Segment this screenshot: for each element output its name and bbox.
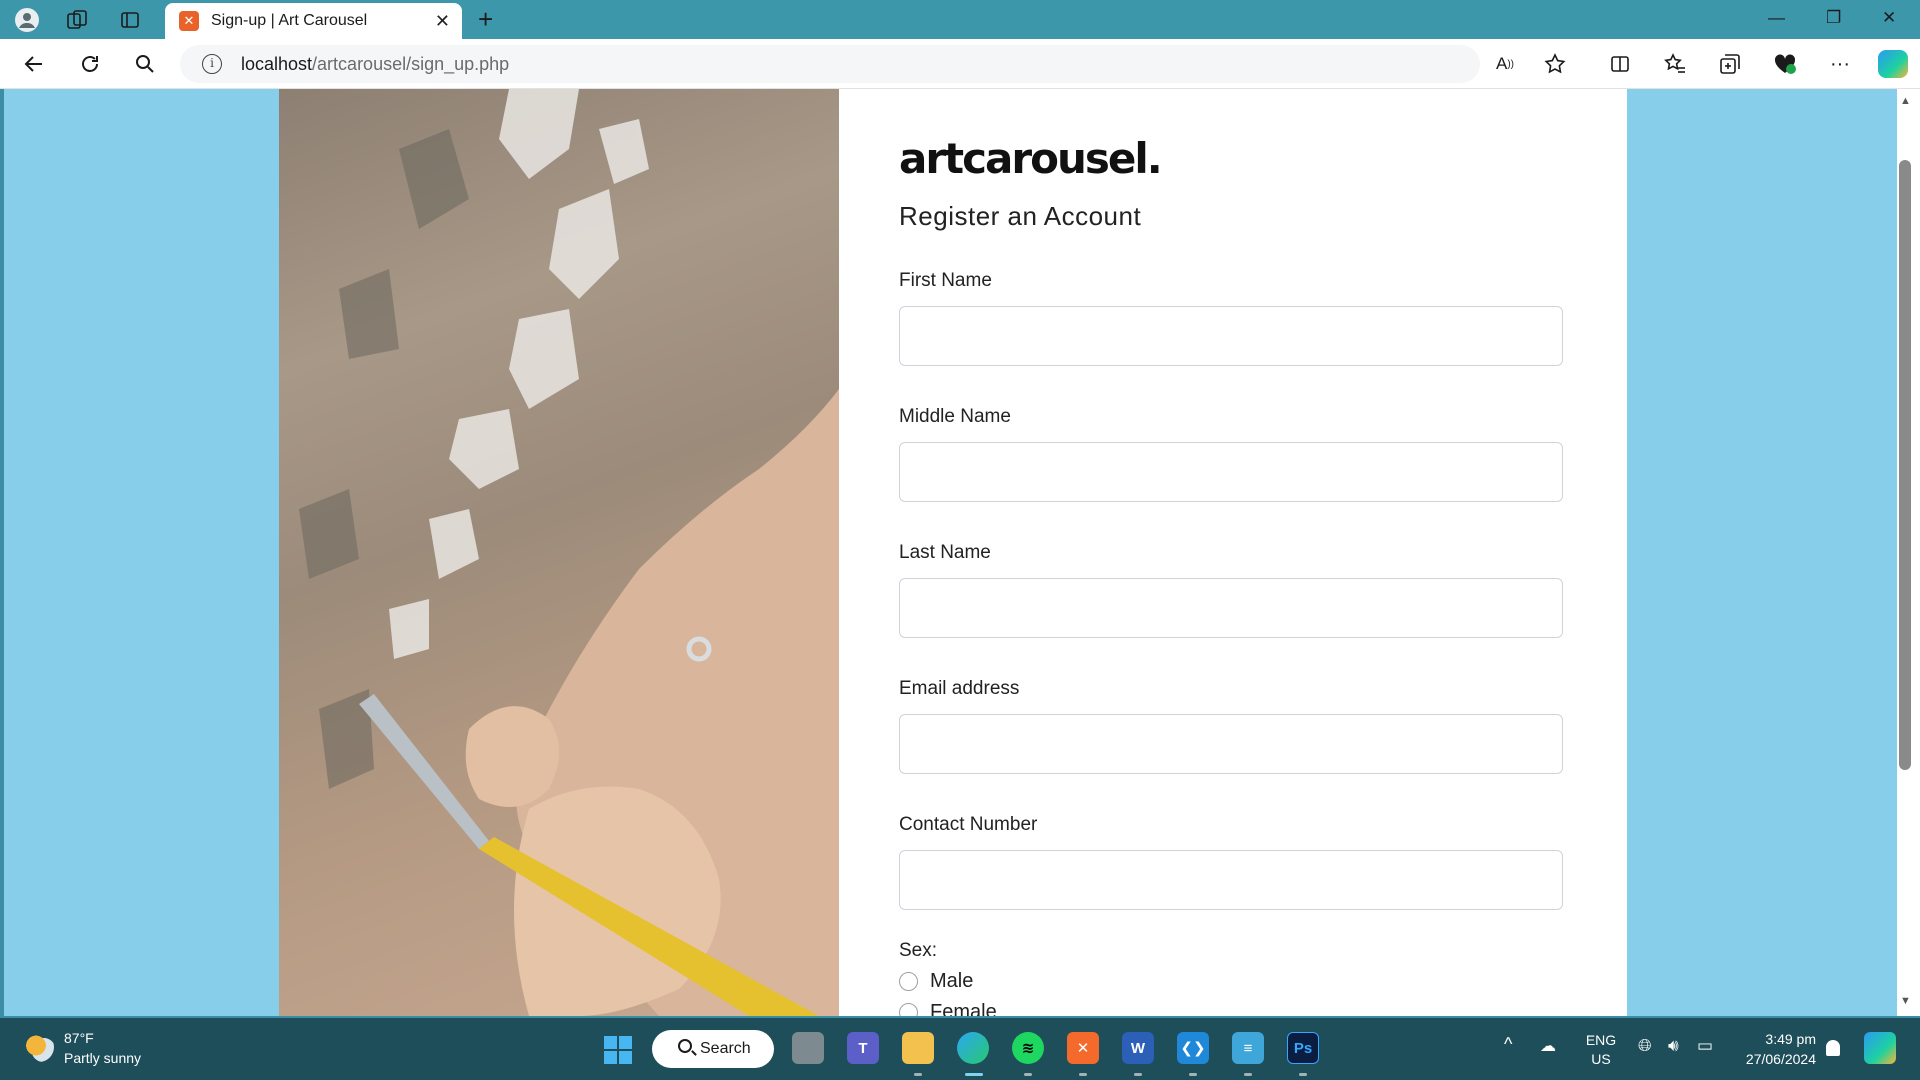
task-view-icon[interactable] (792, 1032, 824, 1064)
contact-number-group: Contact Number (899, 814, 1563, 910)
battery-icon[interactable]: ▭ (1697, 1036, 1713, 1056)
spotify-icon[interactable]: ≋ (1012, 1032, 1044, 1064)
onedrive-icon[interactable]: ☁ (1540, 1036, 1556, 1056)
search-icon[interactable] (131, 50, 159, 78)
running-indicator (1134, 1073, 1142, 1076)
windows-start-icon[interactable] (604, 1036, 632, 1064)
scroll-thumb[interactable] (1899, 160, 1911, 770)
profile-icon[interactable] (14, 7, 40, 33)
running-indicator (1024, 1073, 1032, 1076)
contact-number-label: Contact Number (899, 814, 1038, 835)
male-radio[interactable] (899, 972, 918, 991)
page-viewport: artcarousel. Register an Account First N… (4, 89, 1897, 1016)
url-path: /artcarousel/sign_up.php (312, 54, 510, 74)
back-icon[interactable] (20, 50, 48, 78)
male-label: Male (930, 970, 974, 992)
workspaces-icon[interactable] (64, 7, 90, 33)
first-name-group: First Name (899, 270, 1563, 366)
sex-option-male[interactable]: Male (899, 970, 1563, 993)
taskbar-search-label: Search (700, 1040, 751, 1057)
partly-sunny-icon[interactable] (24, 1032, 54, 1062)
painting-hand-image (279, 89, 839, 1016)
copilot-icon[interactable] (1878, 50, 1908, 78)
url-host: localhost (241, 54, 313, 74)
contact-number-input[interactable] (899, 850, 1563, 910)
last-name-group: Last Name (899, 542, 1563, 638)
tab-sign-up[interactable]: ✕ Sign-up | Art Carousel ✕ (165, 3, 462, 39)
edge-icon[interactable] (957, 1032, 989, 1064)
restore-icon[interactable]: ❐ (1826, 8, 1841, 28)
notification-bell-icon[interactable] (1826, 1040, 1840, 1056)
scroll-down-icon[interactable]: ▼ (1900, 995, 1911, 1007)
windows-taskbar: 87°F Partly sunny Search T ≋ ✕ W ❮❯ ≡ Ps… (0, 1018, 1920, 1080)
running-indicator (1244, 1073, 1252, 1076)
female-radio[interactable] (899, 1003, 918, 1016)
clock-time[interactable]: 3:49 pm (1736, 1031, 1816, 1047)
language-bottom[interactable]: US (1585, 1051, 1617, 1067)
favorites-icon[interactable] (1661, 50, 1689, 78)
email-group: Email address (899, 678, 1563, 774)
last-name-input[interactable] (899, 578, 1563, 638)
weather-temperature[interactable]: 87°F (64, 1030, 94, 1046)
browser-essentials-icon[interactable] (1771, 50, 1799, 78)
vscode-icon[interactable]: ❮❯ (1177, 1032, 1209, 1064)
address-bar[interactable]: i localhost/artcarousel/sign_up.php (180, 45, 1480, 83)
site-info-icon[interactable]: i (202, 54, 222, 74)
copilot-taskbar-icon[interactable] (1864, 1032, 1896, 1064)
url-text[interactable]: localhost/artcarousel/sign_up.php (241, 54, 509, 75)
photoshop-icon[interactable]: Ps (1287, 1032, 1319, 1064)
volume-icon[interactable]: 🔊︎ (1668, 1036, 1679, 1056)
refresh-icon[interactable] (76, 50, 104, 78)
last-name-label: Last Name (899, 542, 991, 563)
collections-icon[interactable] (1716, 50, 1744, 78)
middle-name-label: Middle Name (899, 406, 1011, 427)
clock-date[interactable]: 27/06/2024 (1736, 1051, 1816, 1067)
navigation-bar: i localhost/artcarousel/sign_up.php A)) … (0, 39, 1920, 89)
teams-icon[interactable]: T (847, 1032, 879, 1064)
email-input[interactable] (899, 714, 1563, 774)
sex-option-female[interactable]: Female (899, 1001, 1563, 1016)
language-top[interactable]: ENG (1585, 1032, 1617, 1048)
email-label: Email address (899, 678, 1020, 699)
favorite-star-icon[interactable] (1541, 50, 1569, 78)
signup-card: artcarousel. Register an Account First N… (279, 89, 1627, 1016)
running-indicator (1299, 1073, 1307, 1076)
more-options-icon[interactable]: ··· (1826, 50, 1854, 78)
register-form: artcarousel. Register an Account First N… (899, 134, 1563, 1016)
running-indicator (1079, 1073, 1087, 1076)
word-icon[interactable]: W (1122, 1032, 1154, 1064)
page-title: Register an Account (899, 201, 1142, 231)
xampp-icon: ✕ (179, 11, 199, 31)
xampp-icon[interactable]: ✕ (1067, 1032, 1099, 1064)
close-window-icon[interactable]: ✕ (1882, 8, 1896, 28)
weather-description[interactable]: Partly sunny (64, 1050, 141, 1066)
running-indicator (1189, 1073, 1197, 1076)
sex-label: Sex: (899, 940, 938, 961)
file-explorer-icon[interactable] (902, 1032, 934, 1064)
network-icon[interactable]: 🌐︎ (1638, 1036, 1652, 1056)
tab-actions-icon[interactable] (117, 7, 143, 33)
middle-name-group: Middle Name (899, 406, 1563, 502)
show-hidden-icons-icon[interactable]: ^ (1504, 1034, 1512, 1055)
split-screen-icon[interactable] (1606, 50, 1634, 78)
read-aloud-icon[interactable]: A)) (1491, 50, 1519, 78)
browser-title-bar: ✕ Sign-up | Art Carousel ✕ + — ❐ ✕ (0, 0, 1920, 39)
tab-title: Sign-up | Art Carousel (211, 12, 368, 29)
new-tab-icon[interactable]: + (478, 6, 493, 32)
female-label: Female (930, 1001, 997, 1016)
first-name-input[interactable] (899, 306, 1563, 366)
active-indicator (965, 1073, 983, 1076)
first-name-label: First Name (899, 270, 992, 291)
scroll-up-icon[interactable]: ▲ (1900, 95, 1911, 107)
taskbar-search-button[interactable]: Search (652, 1030, 774, 1068)
notepad-icon[interactable]: ≡ (1232, 1032, 1264, 1064)
running-indicator (914, 1073, 922, 1076)
middle-name-input[interactable] (899, 442, 1563, 502)
artcarousel-logo: artcarousel. (899, 134, 1163, 183)
search-icon (678, 1039, 692, 1053)
minimize-icon[interactable]: — (1768, 8, 1785, 28)
close-tab-icon[interactable]: ✕ (435, 11, 450, 32)
